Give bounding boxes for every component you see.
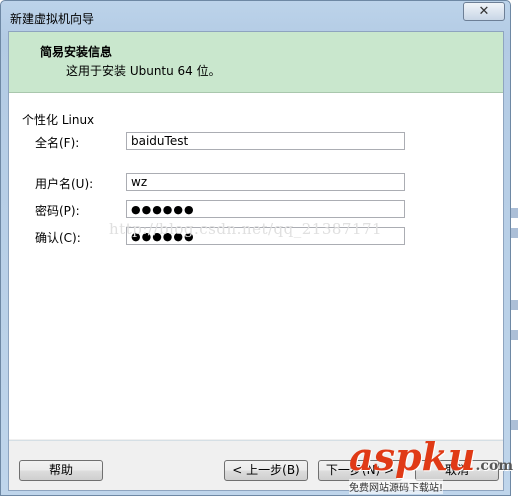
title-bar[interactable]: 新建虚拟机向导 ✕ xyxy=(1,1,510,31)
brand-name-text: aspku xyxy=(349,434,476,479)
confirm-password-label: 确认(C): xyxy=(35,231,81,245)
watermark-url: http://blog.csdn.net/qq_21387171 xyxy=(109,220,383,238)
full-name-label: 全名(F): xyxy=(35,136,80,150)
username-label: 用户名(U): xyxy=(35,177,94,191)
form-area: 个性化 Linux 全名(F): baiduTest 用户名(U): wz 密码… xyxy=(9,93,503,439)
wizard-window: 新建虚拟机向导 ✕ 简易安装信息 这用于安装 Ubuntu 64 位。 个性化 … xyxy=(0,0,511,496)
background-fragment xyxy=(510,208,518,218)
wizard-header: 简易安装信息 这用于安装 Ubuntu 64 位。 xyxy=(9,32,503,93)
brand-tld: .com xyxy=(475,458,514,474)
window-title: 新建虚拟机向导 xyxy=(10,12,95,26)
close-icon: ✕ xyxy=(478,4,490,19)
group-label-personalize: 个性化 Linux xyxy=(22,113,95,127)
dialog-client-area: 简易安装信息 这用于安装 Ubuntu 64 位。 个性化 Linux 全名(F… xyxy=(8,31,504,491)
close-button[interactable]: ✕ xyxy=(463,2,505,21)
back-button[interactable]: < 上一步(B) xyxy=(224,460,308,481)
help-button[interactable]: 帮助 xyxy=(19,460,103,481)
username-field[interactable]: wz xyxy=(126,173,405,191)
password-field[interactable]: ●●●●●● xyxy=(126,200,405,218)
background-fragment xyxy=(510,420,518,430)
background-fragment xyxy=(510,330,518,340)
site-watermark-logo: aspku.com 免费网站源码下载站! xyxy=(345,434,513,496)
background-fragment xyxy=(510,300,518,310)
header-subtitle: 这用于安装 Ubuntu 64 位。 xyxy=(66,64,221,78)
password-label: 密码(P): xyxy=(35,204,80,218)
full-name-field[interactable]: baiduTest xyxy=(126,132,405,150)
header-title: 简易安装信息 xyxy=(40,45,113,59)
brand-tagline: 免费网站源码下载站! xyxy=(349,479,444,494)
background-fragment xyxy=(510,228,518,238)
